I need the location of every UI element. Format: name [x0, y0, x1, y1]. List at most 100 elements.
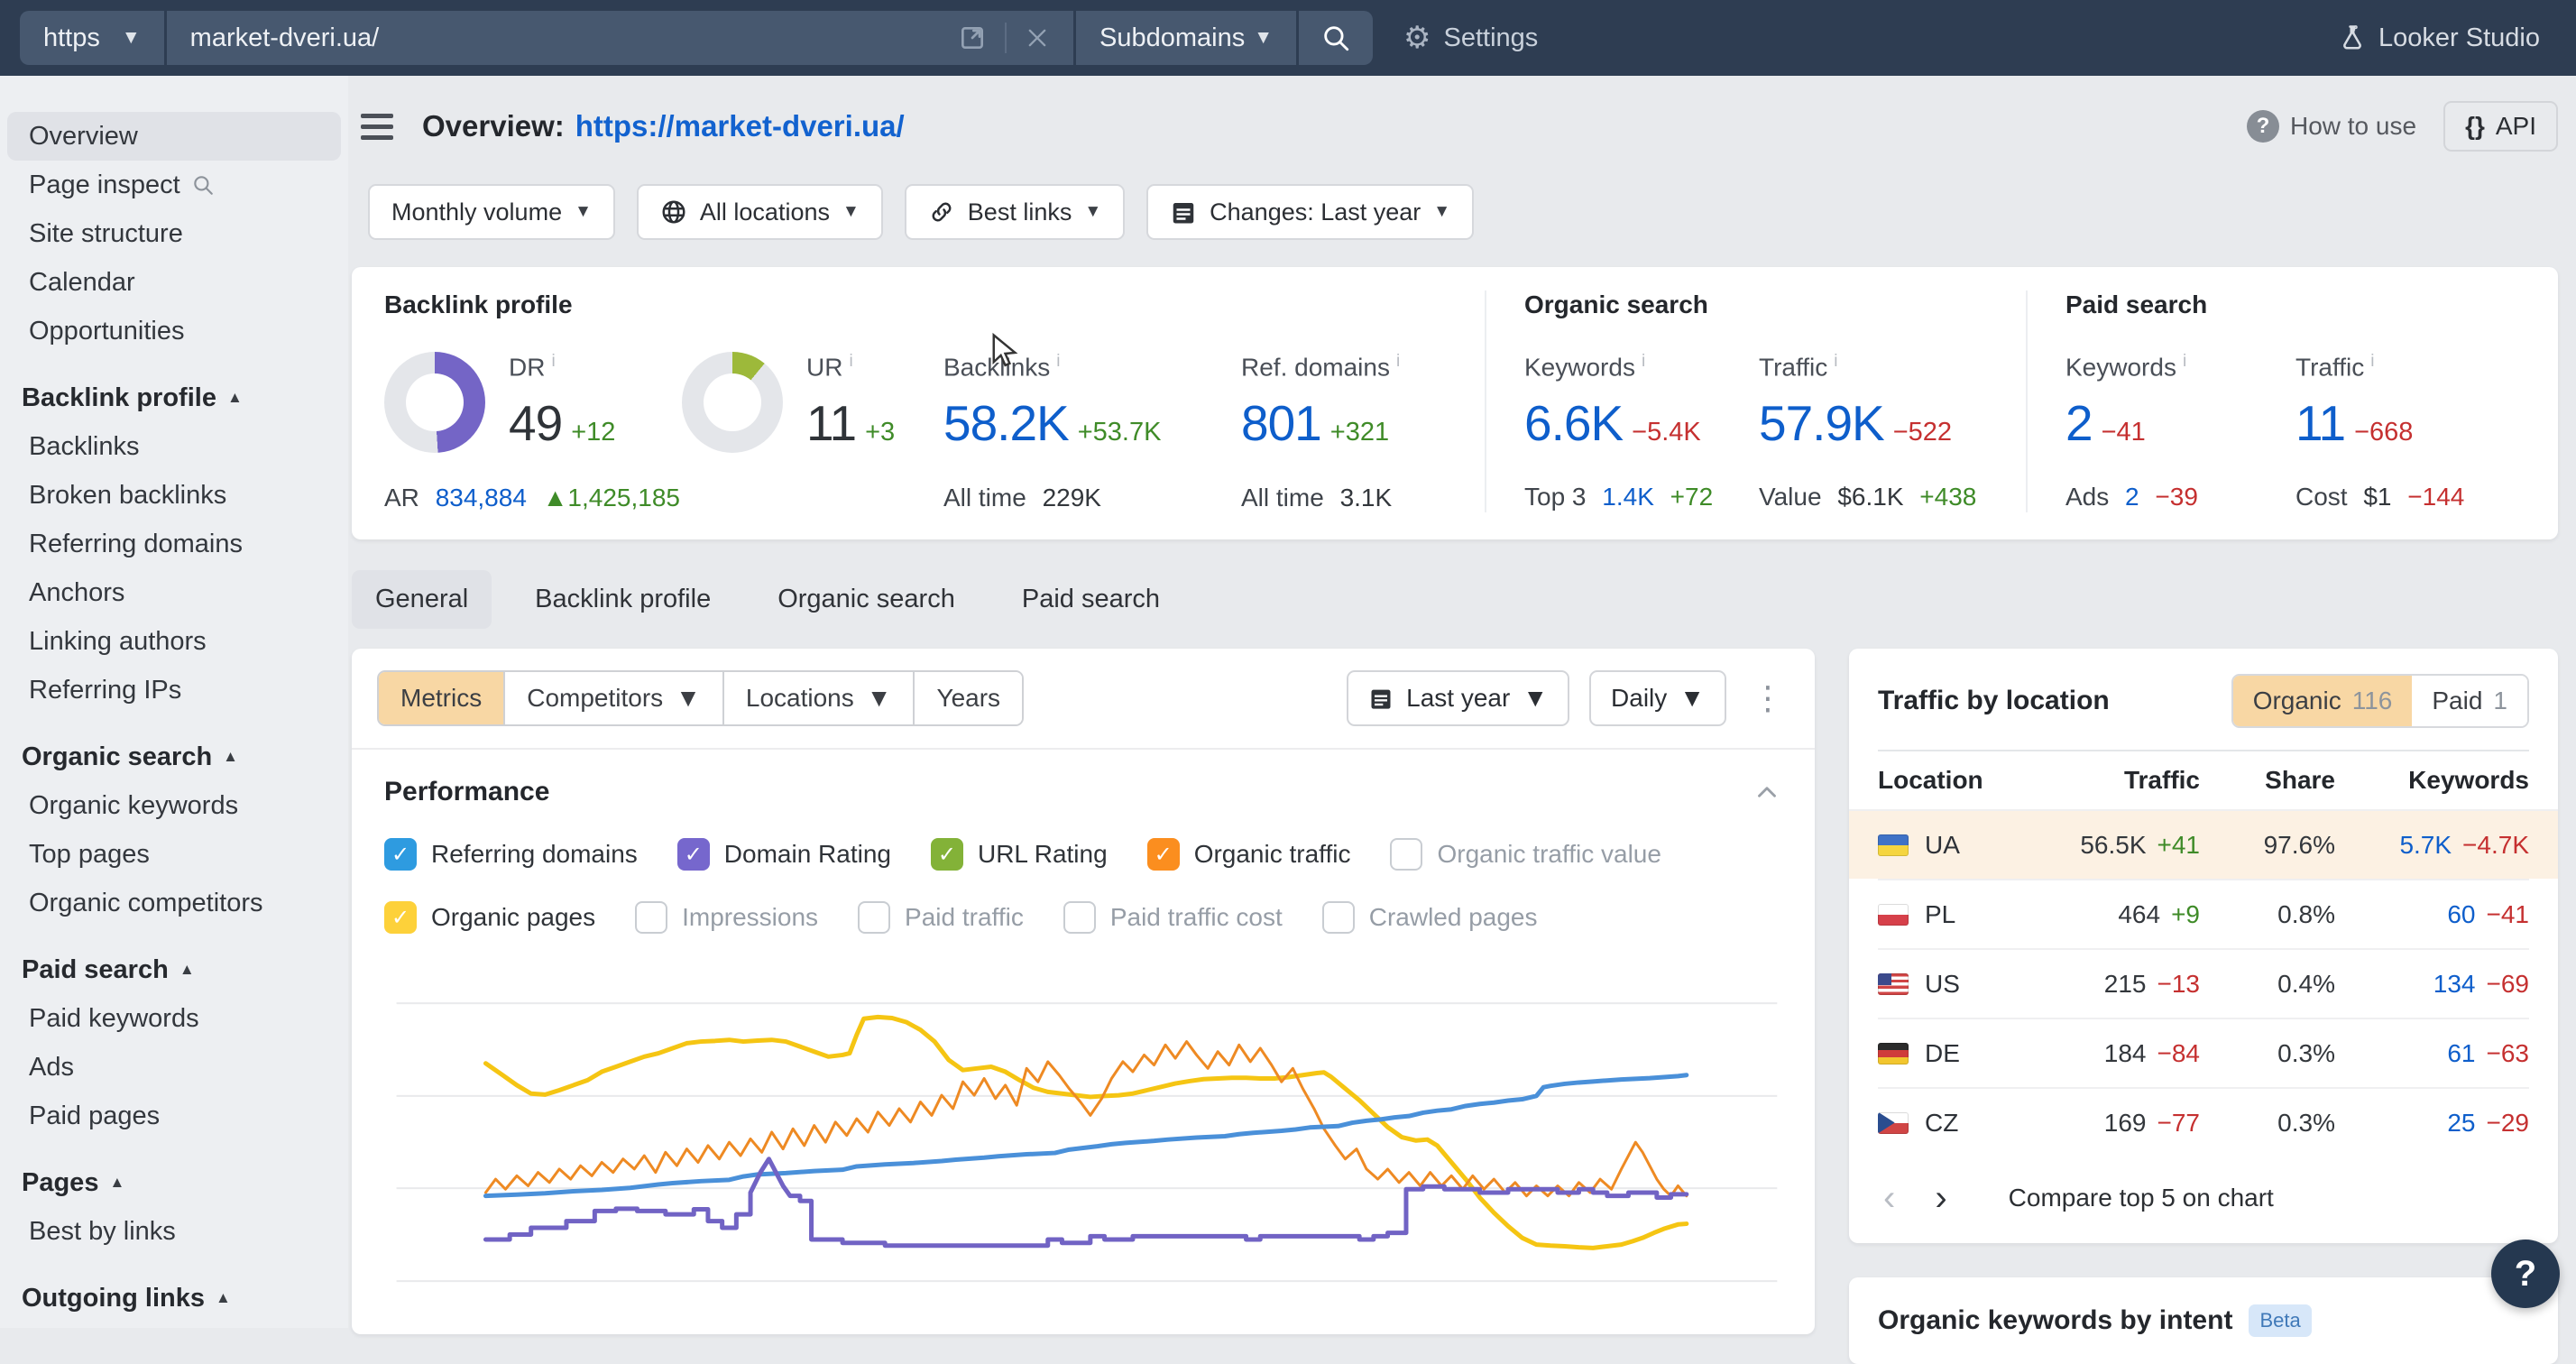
checkbox-referring-domains[interactable]: ✓Referring domains [384, 838, 638, 871]
checkbox-paid-traffic[interactable]: Paid traffic [858, 901, 1024, 934]
sidebar-group-backlink-profile[interactable]: Backlink profile▲ [0, 373, 348, 422]
info-icon[interactable]: i [551, 352, 555, 371]
tab-general[interactable]: General [352, 570, 492, 629]
sidebar-item-site-structure[interactable]: Site structure [7, 209, 341, 258]
sidebar-item-top-pages[interactable]: Top pages [7, 830, 341, 879]
info-icon[interactable]: i [1056, 352, 1060, 371]
sidebar-item-paid-keywords[interactable]: Paid keywords [7, 994, 341, 1043]
sidebar-item-organic-keywords[interactable]: Organic keywords [7, 781, 341, 830]
changes-filter-dropdown[interactable]: Changes: Last year▼ [1146, 184, 1474, 240]
segment-years[interactable]: Years [913, 672, 1022, 724]
flag-us-icon [1878, 973, 1909, 995]
tab-organic-search[interactable]: Organic search [754, 570, 979, 629]
segment-locations[interactable]: Locations▼ [722, 672, 914, 724]
sidebar-item-broken-backlinks[interactable]: Broken backlinks [7, 471, 341, 520]
tab-backlink-profile[interactable]: Backlink profile [511, 570, 734, 629]
sidebar-item-anchors[interactable]: Anchors [7, 568, 341, 617]
table-row-cz[interactable]: CZ 169−77 0.3% 25−29 [1878, 1087, 2529, 1157]
sidebar-item-backlinks[interactable]: Backlinks [7, 422, 341, 471]
more-options-button[interactable]: ⋮ [1746, 679, 1789, 717]
clear-icon[interactable] [1025, 25, 1050, 51]
calendar-icon [1368, 686, 1394, 711]
locations-filter-dropdown[interactable]: All locations▼ [637, 184, 883, 240]
checkbox-organic-pages[interactable]: ✓Organic pages [384, 901, 595, 934]
sidebar-item-referring-domains[interactable]: Referring domains [7, 520, 341, 568]
links-filter-dropdown[interactable]: Best links▼ [905, 184, 1125, 240]
sidebar-group-outgoing-links[interactable]: Outgoing links▲ [0, 1274, 348, 1323]
sidebar-item-referring-ips[interactable]: Referring IPs [7, 666, 341, 714]
sidebar-item-linked-domains[interactable]: Linked domains [7, 1323, 341, 1328]
how-to-use-button[interactable]: ? How to use [2247, 110, 2416, 143]
checkbox-organic-traffic[interactable]: ✓Organic traffic [1147, 838, 1351, 871]
sidebar-group-pages[interactable]: Pages▲ [0, 1158, 348, 1207]
checkbox-url-rating[interactable]: ✓URL Rating [931, 838, 1108, 871]
info-icon[interactable]: i [2370, 352, 2374, 371]
checkbox-paid-traffic-cost[interactable]: Paid traffic cost [1063, 901, 1283, 934]
chevron-down-icon: ▼ [867, 684, 892, 713]
settings-button[interactable]: ⚙ Settings [1403, 20, 1538, 56]
table-row-us[interactable]: US 215−13 0.4% 134−69 [1878, 948, 2529, 1018]
main-content: Overview: https://market-dveri.ua/ ? How… [348, 76, 2576, 1328]
flag-ua-icon [1878, 834, 1909, 856]
sidebar-item-organic-competitors[interactable]: Organic competitors [7, 879, 341, 927]
checkbox-domain-rating[interactable]: ✓Domain Rating [677, 838, 891, 871]
volume-filter-dropdown[interactable]: Monthly volume▼ [368, 184, 615, 240]
scope-label: Subdomains [1099, 23, 1245, 53]
organic-keywords-by-intent-title: Organic keywords by intent [1878, 1305, 2232, 1336]
collapse-section-icon[interactable] [1752, 777, 1782, 807]
checkbox-icon [635, 901, 667, 934]
sidebar-item-calendar[interactable]: Calendar [7, 258, 341, 307]
sidebar-group-organic-search[interactable]: Organic search▲ [0, 733, 348, 781]
target-url-link[interactable]: https://market-dveri.ua/ [575, 109, 905, 143]
sidebar: Overview Page inspect Site structure Cal… [0, 76, 348, 1328]
url-input[interactable]: market-dveri.ua/ [164, 11, 1073, 65]
chevron-down-icon: ▼ [1523, 684, 1548, 713]
checkbox-icon: ✓ [1147, 838, 1180, 871]
looker-studio-link[interactable]: Looker Studio [2339, 0, 2540, 76]
sidebar-item-paid-pages[interactable]: Paid pages [7, 1092, 341, 1140]
granularity-dropdown[interactable]: Daily▼ [1589, 670, 1726, 726]
sidebar-item-best-by-links[interactable]: Best by links [7, 1207, 341, 1256]
sidebar-item-linking-authors[interactable]: Linking authors [7, 617, 341, 666]
prev-page-button[interactable]: ‹ [1883, 1180, 1895, 1216]
menu-toggle-button[interactable] [361, 114, 393, 140]
checkbox-icon [1063, 901, 1096, 934]
sidebar-group-paid-search[interactable]: Paid search▲ [0, 945, 348, 994]
checkbox-organic-traffic-value[interactable]: Organic traffic value [1390, 838, 1661, 871]
segment-competitors[interactable]: Competitors▼ [503, 672, 722, 724]
backlinks-alltime: All time 229K [943, 484, 1241, 512]
sidebar-item-overview[interactable]: Overview [7, 112, 341, 161]
tab-paid-search[interactable]: Paid search [998, 570, 1183, 629]
sidebar-item-page-inspect[interactable]: Page inspect [7, 161, 341, 209]
organic-traffic-metric: Traffici 57.9K−522 [1759, 352, 1993, 452]
toggle-paid[interactable]: Paid 1 [2412, 676, 2527, 726]
info-icon[interactable]: i [1642, 352, 1645, 371]
protocol-dropdown[interactable]: https ▼ [20, 11, 164, 65]
location-table-header: Location Traffic Share Keywords [1878, 750, 2529, 809]
help-button[interactable]: ? [2491, 1240, 2560, 1308]
ar-delta: ▲1,425,185 [543, 484, 680, 512]
toggle-organic[interactable]: Organic 116 [2233, 676, 2413, 726]
table-row-ua[interactable]: UA 56.5K+41 97.6% 5.7K−4.7K [1849, 809, 2558, 879]
info-icon[interactable]: i [2183, 352, 2186, 371]
checkbox-impressions[interactable]: Impressions [635, 901, 818, 934]
next-page-button[interactable]: › [1935, 1180, 1946, 1216]
table-row-pl[interactable]: PL 464+9 0.8% 60−41 [1878, 879, 2529, 948]
api-button[interactable]: {} API [2443, 101, 2558, 152]
sidebar-item-opportunities[interactable]: Opportunities [7, 307, 341, 355]
looker-studio-label: Looker Studio [2378, 23, 2540, 53]
segment-metrics[interactable]: Metrics [379, 672, 503, 724]
link-icon [928, 198, 955, 226]
scope-dropdown[interactable]: Subdomains ▼ [1073, 11, 1296, 65]
sidebar-item-ads[interactable]: Ads [7, 1043, 341, 1092]
checkbox-crawled-pages[interactable]: Crawled pages [1322, 901, 1538, 934]
search-button[interactable] [1296, 11, 1373, 65]
info-icon[interactable]: i [1396, 352, 1400, 371]
info-icon[interactable]: i [1834, 352, 1837, 371]
info-icon[interactable]: i [849, 352, 852, 371]
open-external-icon[interactable] [958, 23, 987, 52]
collapse-icon: ▲ [227, 389, 243, 407]
date-range-dropdown[interactable]: Last year▼ [1347, 670, 1569, 726]
compare-top5-link[interactable]: Compare top 5 on chart [2009, 1184, 2274, 1212]
table-row-de[interactable]: DE 184−84 0.3% 61−63 [1878, 1018, 2529, 1087]
